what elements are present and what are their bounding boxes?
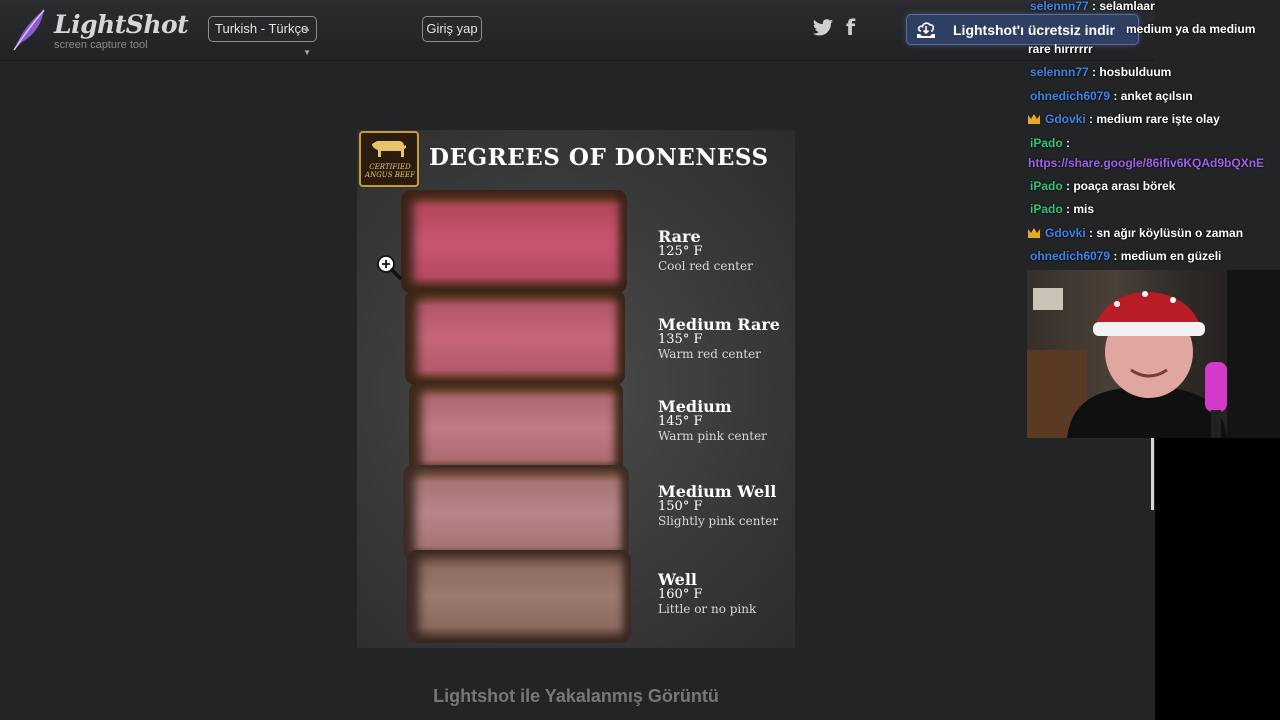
crown-icon [1028,114,1040,124]
scrollbar-track[interactable] [1151,438,1154,510]
infographic-title: DEGREES OF DONENESS [429,144,769,171]
doneness-desc: Slightly pink center [658,514,779,528]
doneness-name: Rare [658,227,701,246]
captured-image[interactable]: CERTIFIED ANGUS BEEF DEGREES OF DONENESS… [357,130,795,648]
chat-text: : [1062,136,1071,150]
doneness-desc: Warm pink center [658,429,767,443]
chat-text: : anket açılsın [1110,89,1193,103]
chat-message: iPado : mis [1030,201,1094,218]
lightshot-logo[interactable]: LightShot screen capture tool [10,8,189,54]
crown-icon [1028,228,1040,238]
chat-message: ohnedich6079 : anket açılsın [1030,88,1193,105]
chat-text: : sn ağır köylüsün o zaman [1085,226,1244,240]
doneness-temp: 150° F [658,499,703,514]
doneness-temp: 125° F [658,244,703,259]
doneness-label-well: Well 160° F Little or no pink [658,571,756,617]
chat-message: selennn77 : selamlaar [1030,0,1155,15]
login-button[interactable]: Giriş yap [422,16,482,42]
chat-username: selennn77 [1030,0,1089,13]
chat-username: Gdovki [1045,226,1086,240]
facebook-icon[interactable]: f [846,16,858,40]
doneness-temp: 145° F [658,414,703,429]
steak-slice-medium [409,382,623,474]
chat-text: : hosbulduum [1088,65,1172,79]
chat-message: ohnedich6079 : medium en güzeli [1030,248,1221,265]
steak-slice-rare [401,190,627,293]
language-selected-value: Turkish - Türkçe [215,21,309,36]
doneness-temp: 135° F [658,332,703,347]
language-select[interactable]: Turkish - Türkçe ▲ ▼ [208,16,317,57]
image-caption: Lightshot ile Yakalanmış Görüntü [433,686,719,706]
cow-icon [372,141,406,157]
feather-icon [13,9,45,51]
chat-link[interactable]: https://share.google/86ifiv6KQAd9bQXnE [1028,156,1264,170]
chat-username: ohnedich6079 [1030,89,1111,103]
chat-message: iPado : [1030,135,1070,152]
chat-text: : poaça arası börek [1062,179,1176,193]
certified-angus-beef-logo: CERTIFIED ANGUS BEEF [359,131,419,187]
chat-username: ohnedich6079 [1030,249,1111,263]
steak-slice-well [407,550,631,643]
chat-message: Gdovki : medium rare işte olay [1028,111,1220,128]
twitter-icon[interactable] [812,18,834,38]
download-cloud-icon [917,22,935,38]
chat-text: : mis [1062,202,1095,216]
chat-message: Gdovki : sn ağır köylüsün o zaman [1028,225,1243,242]
logo-subtitle: screen capture tool [54,39,148,51]
doneness-label-medium-rare: Medium Rare 135° F Warm red center [658,316,780,362]
top-bar: LightShot screen capture tool Turkish - … [0,0,1155,61]
chat-username: Gdovki [1045,112,1086,126]
chat-text: : selamlaar [1088,0,1155,13]
chat-text: : medium rare işte olay [1085,112,1220,126]
select-caret-icon: ▲ ▼ [303,24,311,57]
steak-slice-medium-well [403,465,629,561]
doneness-desc: Warm red center [658,347,761,361]
logo-title: LightShot [54,10,189,39]
doneness-temp: 160° F [658,587,703,602]
zoom-in-cursor-icon [377,255,402,280]
doneness-name: Well [658,570,697,589]
chat-text: : medium en güzeli [1110,249,1222,263]
chat-message: selennn77 : hosbulduum [1030,64,1171,81]
chat-text: rare hırrrrrr [1028,42,1093,56]
doneness-label-rare: Rare 125° F Cool red center [658,228,753,274]
chat-message: https://share.google/86ifiv6KQAd9bQXnE [1028,155,1264,172]
chat-message: iPado : poaça arası börek [1030,178,1175,195]
stream-chat-overlay: selennn77 : selamlaar medium ya da mediu… [1026,0,1280,270]
doneness-label-medium-well: Medium Well 150° F Slightly pink center [658,483,778,529]
badge-text: CERTIFIED ANGUS BEEF [365,163,415,179]
doneness-label-medium: Medium 145° F Warm pink center [658,398,767,444]
chat-message: medium ya da medium [1126,21,1255,38]
chat-username: iPado [1030,136,1063,150]
doneness-name: Medium Well [658,482,777,501]
doneness-name: Medium [658,397,732,416]
chat-text: medium ya da medium [1126,22,1256,36]
doneness-desc: Little or no pink [658,602,757,616]
doneness-desc: Cool red center [658,259,753,273]
chat-username: selennn77 [1030,65,1089,79]
streamer-video-frame [1027,270,1280,438]
stream-overlay-background [1155,438,1280,720]
webcam-feed [1027,270,1280,438]
chat-message: rare hırrrrrr [1028,41,1093,58]
doneness-name: Medium Rare [658,315,780,334]
chat-username: iPado [1030,202,1063,216]
steak-slice-medium-rare [405,290,625,385]
chat-username: iPado [1030,179,1063,193]
